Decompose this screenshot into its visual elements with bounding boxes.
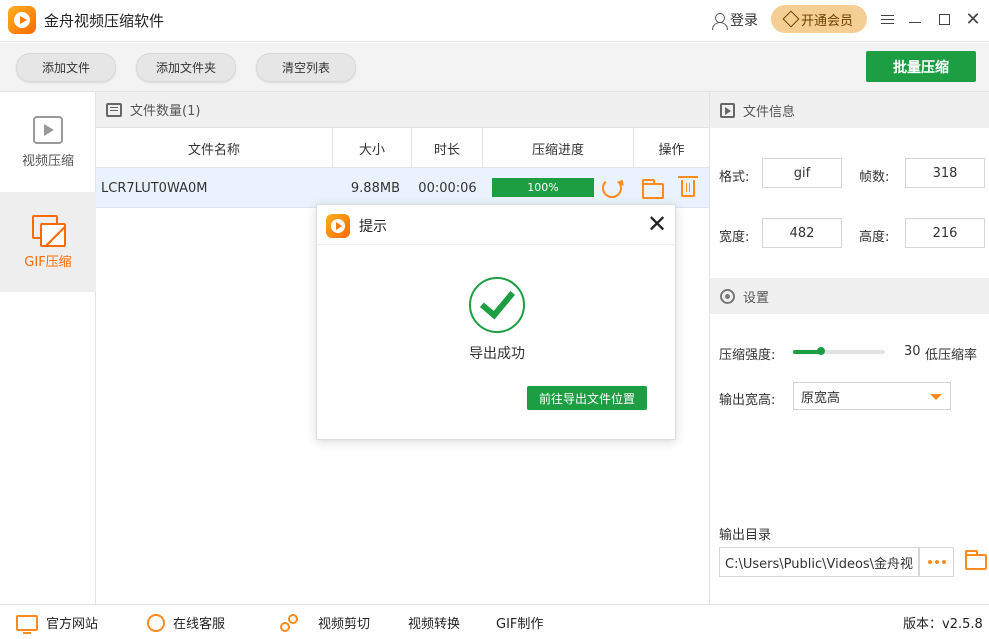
slider-thumb[interactable] [816, 347, 825, 355]
width-label: 宽度: [719, 230, 750, 245]
column-header-progress: 压缩进度 [483, 128, 634, 168]
output-size-select[interactable]: 原宽高 [793, 382, 951, 410]
column-header-name: 文件名称 [96, 128, 333, 168]
format-label: 格式: [719, 170, 750, 185]
file-info-title: 文件信息 [743, 104, 796, 120]
progress-text: 100% [527, 181, 559, 194]
video-convert-link[interactable]: 视频转换 [408, 605, 460, 639]
strength-slider[interactable] [793, 347, 885, 355]
support-label: 在线客服 [173, 617, 226, 632]
close-icon[interactable]: ✕ [647, 212, 667, 236]
image-icon [32, 214, 66, 247]
frames-label: 帧数: [859, 170, 890, 185]
settings-title: 设置 [743, 290, 770, 306]
sidebar: 视频压缩 GIF压缩 [0, 92, 96, 604]
height-label: 高度: [859, 230, 890, 245]
add-file-button[interactable]: 添加文件 [16, 53, 116, 82]
gif-make-link[interactable]: GIF制作 [496, 605, 543, 639]
file-count: 文件数量(1) [130, 104, 201, 119]
diamond-icon [782, 10, 800, 28]
file-duration: 00:00:06 [418, 180, 477, 196]
output-size-label: 输出宽高: [719, 393, 776, 408]
output-dir-input[interactable] [719, 547, 919, 577]
dialog-logo-icon [326, 214, 350, 238]
version-text: 版本：v2.5.8 [903, 617, 983, 632]
login-button[interactable]: 登录 [711, 10, 758, 30]
frames-field[interactable] [905, 158, 985, 188]
sidebar-item-video-compress[interactable]: 视频压缩 [0, 92, 96, 192]
file-list-header: 文件数量(1) [96, 92, 709, 128]
clear-list-button[interactable]: 清空列表 [256, 53, 356, 82]
column-header-duration: 时长 [412, 128, 483, 168]
headset-icon [147, 613, 165, 632]
play-icon [33, 115, 63, 144]
dialog-header: 提示 ✕ [317, 205, 677, 245]
width-field[interactable] [762, 218, 842, 248]
success-dialog: 提示 ✕ 导出成功 前往导出文件位置 [316, 204, 677, 440]
vip-label: 开通会员 [800, 13, 853, 29]
column-header-actions: 操作 [658, 142, 685, 158]
browse-more-button[interactable] [919, 547, 954, 577]
dialog-message: 导出成功 [469, 346, 525, 362]
list-icon [106, 102, 122, 117]
progress-bar: 100% [492, 178, 594, 197]
height-field[interactable] [905, 218, 985, 248]
minimize-icon[interactable] [906, 10, 924, 28]
open-export-location-button[interactable]: 前往导出文件位置 [527, 386, 647, 410]
open-folder-icon[interactable] [965, 550, 987, 570]
file-info-header: 文件信息 [710, 92, 989, 128]
refresh-icon[interactable] [602, 178, 622, 198]
column-header-size: 大小 [333, 128, 412, 168]
maximize-icon[interactable] [935, 10, 953, 28]
toolbar: 添加文件 添加文件夹 清空列表 批量压缩 [0, 43, 989, 92]
strength-value: 30 [904, 344, 921, 359]
add-folder-button[interactable]: 添加文件夹 [136, 53, 236, 82]
format-field[interactable] [762, 158, 842, 188]
website-link[interactable]: 官方网站 [16, 605, 98, 639]
table-header: 文件名称 大小 时长 压缩进度 操作 [96, 128, 709, 168]
sidebar-item-label: 视频压缩 [21, 153, 74, 169]
video-cut-link[interactable]: 视频剪切 [280, 605, 370, 639]
website-label: 官方网站 [46, 617, 99, 632]
status-bar: 官方网站 在线客服 视频剪切 视频转换 GIF制作 版本：v2.5.8 [0, 604, 989, 639]
scissors-icon [280, 613, 298, 632]
sidebar-item-label: GIF压缩 [24, 254, 72, 270]
table-row[interactable]: LCR7LUT0WA0M 9.88MB 00:00:06 100% [96, 168, 709, 208]
file-size: 9.88MB [350, 180, 400, 196]
title-bar: 金舟视频压缩软件 登录 开通会员 ✕ [0, 0, 989, 42]
batch-compress-button[interactable]: 批量压缩 [866, 51, 976, 82]
output-dir-label: 输出目录 [719, 528, 772, 543]
settings-header: 设置 [710, 278, 989, 314]
dialog-title: 提示 [359, 219, 387, 235]
login-label: 登录 [730, 13, 758, 29]
info-icon [720, 102, 735, 118]
app-title: 金舟视频压缩软件 [44, 12, 165, 30]
support-link[interactable]: 在线客服 [147, 605, 225, 639]
check-icon [469, 277, 525, 333]
right-panel: 文件信息 格式: 帧数: 宽度: 高度: 设置 压缩强度: 30 低压缩率 输出… [709, 92, 989, 604]
settings-icon [720, 288, 735, 304]
app-logo-icon [8, 6, 36, 34]
strength-label: 压缩强度: [719, 348, 776, 363]
sidebar-item-gif-compress[interactable]: GIF压缩 [0, 192, 96, 292]
file-name: LCR7LUT0WA0M [101, 180, 208, 196]
close-window-icon[interactable]: ✕ [964, 9, 982, 30]
user-icon [711, 12, 728, 30]
strength-description: 低压缩率 [925, 348, 978, 363]
folder-icon[interactable] [642, 179, 664, 199]
vip-button[interactable]: 开通会员 [771, 5, 867, 33]
menu-icon[interactable] [878, 10, 896, 28]
chevron-down-icon [930, 394, 942, 400]
monitor-icon [16, 614, 38, 634]
output-size-value: 原宽高 [801, 390, 841, 406]
video-cut-label: 视频剪切 [318, 617, 371, 632]
trash-icon[interactable] [678, 176, 698, 197]
